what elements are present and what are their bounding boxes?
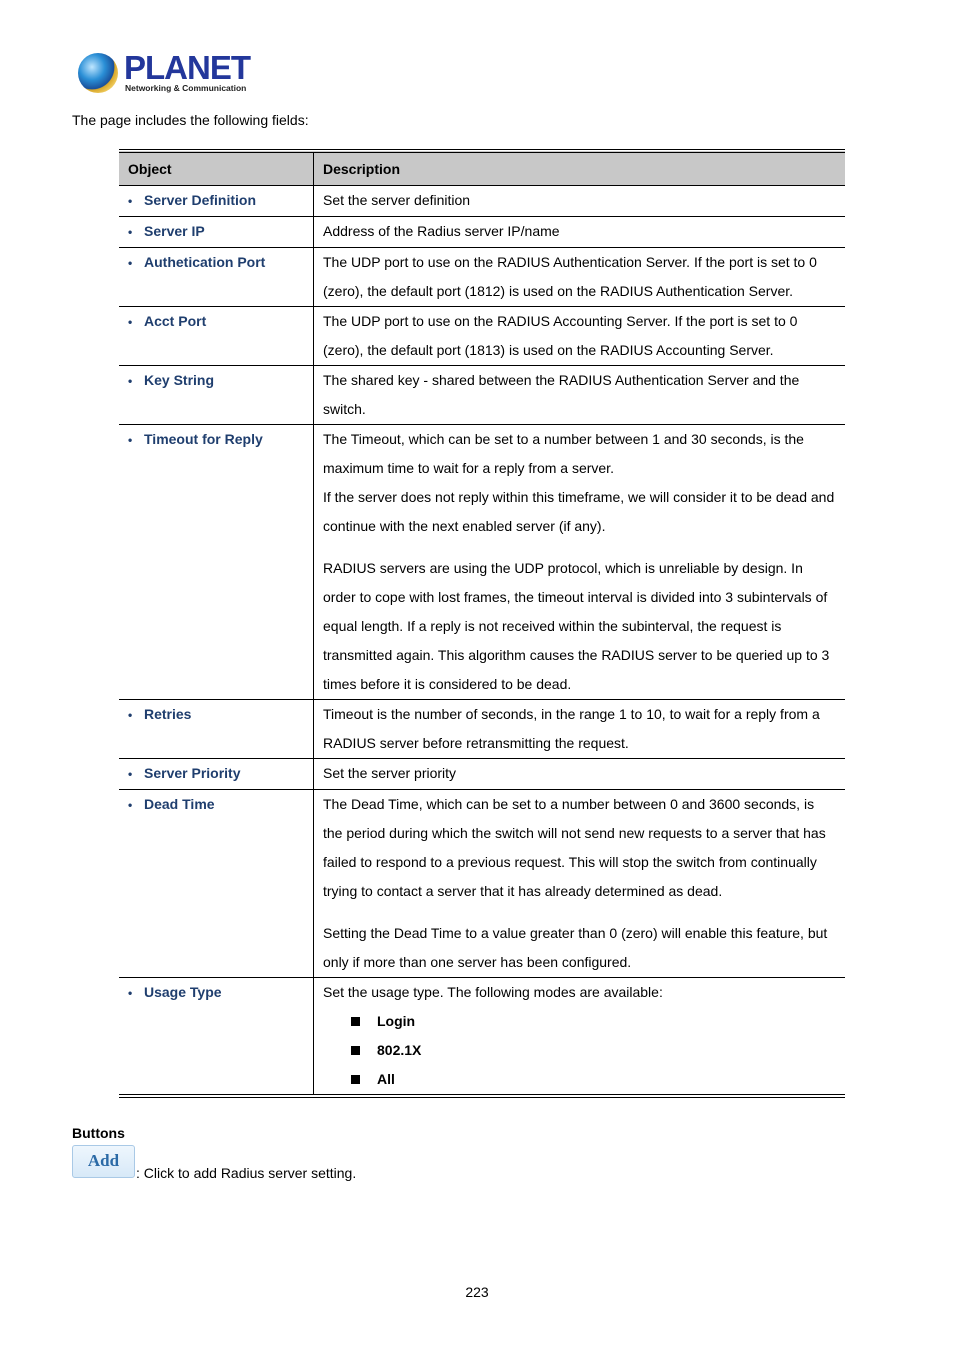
object-cell: • Timeout for Reply — [119, 424, 314, 700]
object-name: Timeout for Reply — [144, 431, 263, 447]
table-row: • Server IP Address of the Radius server I… — [119, 216, 845, 248]
table-row: • Key String The shared key - shared betwe… — [119, 365, 845, 425]
description-cell: The Timeout, which can be set to a numbe… — [313, 424, 845, 700]
usage-mode-item: Login — [351, 1007, 836, 1036]
description-paragraph: The UDP port to use on the RADIUS Accoun… — [323, 313, 798, 358]
object-cell: • Acct Port — [119, 306, 314, 366]
object-name: Dead Time — [144, 796, 215, 812]
table-header-row: Object Description — [119, 150, 845, 186]
description-paragraph: Address of the Radius server IP/name — [323, 223, 560, 239]
object-name: Key String — [144, 372, 215, 388]
table-row: • Authetication Port The UDP port to use o… — [119, 247, 845, 307]
bullet-icon: • — [128, 767, 133, 781]
object-name: Server Priority — [144, 765, 241, 781]
globe-icon — [78, 53, 118, 93]
fields-table: Object Description • Server Definition Set… — [119, 149, 845, 1098]
description-cell: Address of the Radius server IP/name — [313, 216, 845, 248]
description-paragraph: Set the server priority — [323, 765, 457, 781]
description-cell: The UDP port to use on the RADIUS Accoun… — [313, 306, 845, 366]
description-cell: Timeout is the number of seconds, in the… — [313, 699, 845, 759]
usage-mode-item: 802.1X — [351, 1036, 836, 1065]
description-paragraph: The shared key - shared between the RADI… — [323, 372, 800, 417]
object-cell: • Key String — [119, 365, 314, 425]
bullet-icon: • — [128, 256, 133, 270]
object-name: Acct Port — [144, 313, 207, 329]
object-cell: • Retries — [119, 699, 314, 759]
add-button-description: : Click to add Radius server setting. — [136, 1165, 357, 1181]
object-name: Usage Type — [144, 984, 222, 1000]
object-cell: • Server Definition — [119, 185, 314, 217]
table-row: • Dead Time The Dead Time, which can be se… — [119, 789, 845, 978]
description-cell: Set the usage type. The following modes … — [313, 977, 845, 1097]
page-number: 223 — [465, 1284, 489, 1300]
bullet-icon: • — [128, 374, 133, 388]
bullet-icon: • — [128, 798, 133, 812]
description-paragraph: RADIUS servers are using the UDP protoco… — [323, 560, 830, 692]
description-cell: The shared key - shared between the RADI… — [313, 365, 845, 425]
description-paragraph: Setting the Dead Time to a value greater… — [323, 925, 828, 970]
bullet-icon: • — [128, 986, 133, 1000]
bullet-icon: • — [128, 194, 133, 208]
object-name: Retries — [144, 706, 192, 722]
logo-brand: PLANET — [124, 49, 251, 86]
header-object: Object — [119, 150, 314, 186]
buttons-heading: Buttons — [72, 1125, 125, 1141]
description-paragraph: If the server does not reply within this… — [323, 489, 835, 534]
logo-tagline: Networking & Communication — [125, 83, 247, 93]
table-row: • Timeout for Reply The Timeout, which can… — [119, 424, 845, 700]
table-row: • Acct Port The UDP port to use on the RAD… — [119, 306, 845, 366]
object-name: Server IP — [144, 223, 205, 239]
header-description: Description — [313, 150, 845, 186]
description-cell: The UDP port to use on the RADIUS Authen… — [313, 247, 845, 307]
object-name: Server Definition — [144, 192, 257, 208]
table-row: • Server Priority Set the server priority — [119, 758, 845, 790]
bullet-icon: • — [128, 315, 133, 329]
object-name: Authetication Port — [144, 254, 266, 270]
usage-mode-list: Login 802.1X All — [323, 1007, 836, 1094]
table-row: • Retries Timeout is the number of seconds… — [119, 699, 845, 759]
object-cell: • Authetication Port — [119, 247, 314, 307]
description-cell: Set the server priority — [313, 758, 845, 790]
add-button[interactable]: Add — [72, 1145, 135, 1178]
table-row: • Usage Type Set the usage type. The follo… — [119, 977, 845, 1097]
description-paragraph: Set the server definition — [323, 192, 471, 208]
description-cell: The Dead Time, which can be set to a num… — [313, 789, 845, 978]
description-paragraph: Set the usage type. The following modes … — [323, 984, 663, 1000]
object-cell: • Dead Time — [119, 789, 314, 978]
description-paragraph: The Dead Time, which can be set to a num… — [323, 796, 826, 899]
description-cell: Set the server definition — [313, 185, 845, 217]
table-row: • Server Definition Set the server definit… — [119, 185, 845, 217]
bullet-icon: • — [128, 225, 133, 239]
intro-text: The page includes the following fields: — [72, 112, 309, 128]
object-cell: • Server Priority — [119, 758, 314, 790]
bullet-icon: • — [128, 433, 133, 447]
description-paragraph: The Timeout, which can be set to a numbe… — [323, 431, 804, 476]
description-paragraph: The UDP port to use on the RADIUS Authen… — [323, 254, 817, 299]
planet-logo: PLANET Networking & Communication — [78, 50, 251, 96]
object-cell: • Server IP — [119, 216, 314, 248]
bullet-icon: • — [128, 708, 133, 722]
usage-mode-item: All — [351, 1065, 836, 1094]
description-paragraph: Timeout is the number of seconds, in the… — [323, 706, 820, 751]
object-cell: • Usage Type — [119, 977, 314, 1097]
